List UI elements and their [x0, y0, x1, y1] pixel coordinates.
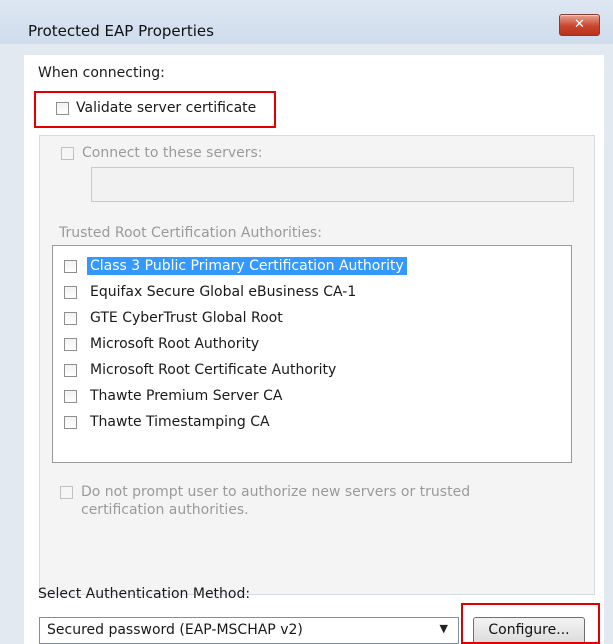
authority-checkbox[interactable] — [64, 389, 77, 403]
no-prompt-row: Do not prompt user to authorize new serv… — [60, 483, 470, 519]
list-item[interactable]: Equifax Secure Global eBusiness CA-1 — [64, 281, 359, 303]
authority-checkbox[interactable] — [64, 259, 77, 273]
window-title: Protected EAP Properties — [28, 22, 214, 40]
list-item[interactable]: Class 3 Public Primary Certification Aut… — [64, 255, 407, 277]
list-item[interactable]: GTE CyberTrust Global Root — [64, 307, 286, 329]
authority-checkbox[interactable] — [64, 311, 77, 325]
authority-label: Equifax Secure Global eBusiness CA-1 — [90, 284, 357, 300]
servers-input — [91, 167, 574, 202]
highlight-validate — [34, 91, 276, 128]
connect-servers-checkbox — [61, 146, 74, 160]
authority-label: Thawte Timestamping CA — [90, 414, 270, 430]
close-button[interactable]: ✕ — [559, 14, 600, 36]
highlight-configure — [461, 603, 600, 644]
trusted-root-list[interactable]: Class 3 Public Primary Certification Aut… — [52, 245, 572, 463]
authority-label: Microsoft Root Certificate Authority — [90, 362, 337, 378]
list-item[interactable]: Thawte Premium Server CA — [64, 385, 285, 407]
list-item[interactable]: Microsoft Root Authority — [64, 333, 262, 355]
list-item[interactable]: Microsoft Root Certificate Authority — [64, 359, 339, 381]
no-prompt-label-line1: Do not prompt user to authorize new serv… — [81, 484, 471, 500]
no-prompt-checkbox — [60, 486, 73, 499]
authority-label: GTE CyberTrust Global Root — [90, 310, 283, 326]
authority-checkbox[interactable] — [64, 337, 77, 351]
authority-label: Thawte Premium Server CA — [90, 388, 283, 404]
chevron-down-icon[interactable]: ▼ — [440, 622, 448, 635]
dialog-body: When connecting: Validate server certifi… — [24, 55, 604, 644]
auth-method-heading: Select Authentication Method: — [38, 586, 251, 602]
authority-label: Class 3 Public Primary Certification Aut… — [87, 257, 407, 275]
trusted-root-heading: Trusted Root Certification Authorities: — [59, 225, 322, 241]
eap-properties-window: Protected EAP Properties ✕ When connecti… — [0, 0, 613, 644]
auth-method-select[interactable]: Secured password (EAP-MSCHAP v2) ▼ — [39, 617, 459, 644]
when-connecting-heading: When connecting: — [38, 65, 165, 81]
no-prompt-text: Do not prompt user to authorize new serv… — [81, 483, 470, 519]
connect-servers-row: Connect to these servers: — [61, 145, 263, 161]
title-bar[interactable]: Protected EAP Properties ✕ — [0, 0, 613, 44]
list-item[interactable]: Thawte Timestamping CA — [64, 411, 273, 433]
authority-checkbox[interactable] — [64, 363, 77, 377]
authority-checkbox[interactable] — [64, 285, 77, 299]
close-icon: ✕ — [574, 17, 585, 32]
auth-method-value: Secured password (EAP-MSCHAP v2) — [47, 622, 303, 638]
no-prompt-label-line2: certification authorities. — [81, 502, 249, 518]
connect-servers-label: Connect to these servers: — [82, 145, 263, 161]
authority-label: Microsoft Root Authority — [90, 336, 260, 352]
authority-checkbox[interactable] — [64, 415, 77, 429]
